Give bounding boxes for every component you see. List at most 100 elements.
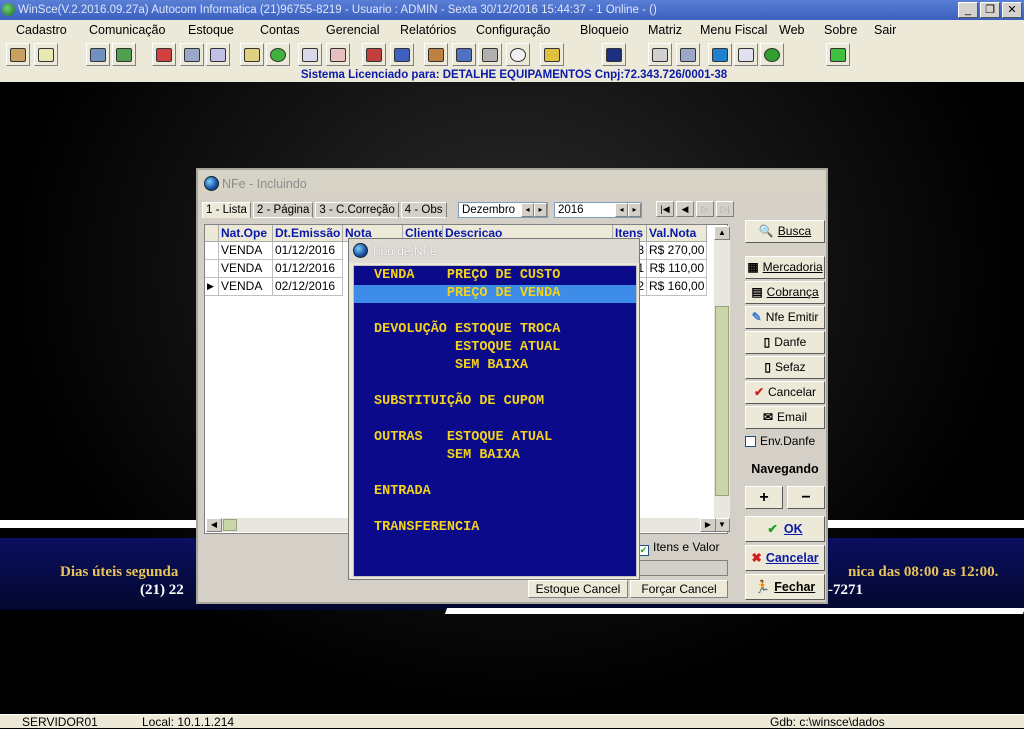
month-prev-icon[interactable]: ◂ (521, 203, 534, 217)
option-venda-venda[interactable]: PREÇO DE VENDA (354, 285, 636, 303)
menu-sobre[interactable]: Sobre (824, 23, 857, 37)
col-nat-ope[interactable]: Nat.Ope (219, 225, 273, 242)
busca-button[interactable]: 🔍 Busca (745, 220, 825, 243)
close-icon[interactable]: ✕ (1002, 2, 1022, 18)
fechar-button[interactable]: 🏃 Fechar (745, 574, 825, 600)
nav-prev-icon[interactable]: ◀ (676, 201, 694, 217)
month-next-icon[interactable]: ▸ (534, 203, 547, 217)
checkbox-icon[interactable] (745, 436, 756, 447)
toolbar-monitor-icon[interactable] (452, 43, 476, 66)
menu-sair[interactable]: Sair (874, 23, 896, 37)
year-next-icon[interactable]: ▸ (628, 203, 641, 217)
menu-estoque[interactable]: Estoque (188, 23, 234, 37)
forcar-cancel-button[interactable]: Forçar Cancel (630, 580, 728, 598)
cancelar-button[interactable]: ✖ Cancelar (745, 545, 825, 571)
mercadoria-button[interactable]: ▦ Mercadoria (745, 256, 825, 279)
hscroll-thumb[interactable] (223, 519, 237, 531)
danfe-button[interactable]: ▯ Danfe (745, 331, 825, 354)
toolbar-bar-chart-icon[interactable] (390, 43, 414, 66)
ok-button[interactable]: ✔ OK (745, 516, 825, 542)
toolbar-transfer-icon[interactable] (152, 43, 176, 66)
minimize-icon[interactable]: _ (958, 2, 978, 18)
option-devolucao-sem-baixa[interactable]: SEM BAIXA (354, 357, 636, 375)
nav-next-icon[interactable]: ▷ (696, 201, 714, 217)
menu-bloqueio[interactable]: Bloqueio (580, 23, 629, 37)
toolbar-settings-icon[interactable] (424, 43, 448, 66)
option-outras-atual[interactable]: OUTRAS ESTOQUE ATUAL (354, 429, 636, 447)
toolbar-chart-icon[interactable] (326, 43, 350, 66)
menu-relatorios[interactable]: Relatórios (400, 23, 456, 37)
option-outras-sem-baixa[interactable]: SEM BAIXA (354, 447, 636, 465)
menu-matriz[interactable]: Matriz (648, 23, 682, 37)
col-val-nota[interactable]: Val.Nota (647, 225, 707, 242)
table-cell[interactable]: R$ 110,00 (647, 260, 707, 278)
year-prev-icon[interactable]: ◂ (615, 203, 628, 217)
toolbar-lock-icon[interactable] (540, 43, 564, 66)
minus-button[interactable]: − (787, 486, 825, 509)
menu-cadastro[interactable]: Cadastro (16, 23, 67, 37)
table-row[interactable]: VENDA (219, 260, 273, 278)
option-transferencia[interactable]: TRANSFERENCIA (354, 519, 636, 537)
tab-correcao[interactable]: 3 - C.Correção (315, 202, 399, 218)
cancelar-nfe-button[interactable]: ✔ Cancelar (745, 381, 825, 404)
scroll-thumb[interactable] (715, 306, 729, 496)
toolbar-box-icon[interactable] (206, 43, 230, 66)
col-dt-emissao[interactable]: Dt.Emissão (273, 225, 343, 242)
menu-configuracao[interactable]: Configuração (476, 23, 550, 37)
toolbar-car-icon[interactable] (478, 43, 502, 66)
option-devolucao-atual[interactable]: ESTOQUE ATUAL (354, 339, 636, 357)
grid-vertical-scrollbar[interactable]: ▲ ▼ (714, 226, 730, 532)
table-row[interactable]: VENDA (219, 278, 273, 296)
estoque-cancel-button[interactable]: Estoque Cancel (528, 580, 628, 598)
toolbar-table-icon[interactable] (362, 43, 386, 66)
table-cell[interactable]: R$ 160,00 (647, 278, 707, 296)
table-cell[interactable]: 01/12/2016 (273, 260, 343, 278)
toolbar-document-icon[interactable] (240, 43, 264, 66)
scroll-up-icon[interactable]: ▲ (714, 226, 730, 240)
cobranca-button[interactable]: ▤ Cobrança (745, 281, 825, 304)
toolbar-fiscal-icon[interactable] (602, 43, 626, 66)
table-cell[interactable]: R$ 270,00 (647, 242, 707, 260)
menu-menu-fiscal[interactable]: Menu Fiscal (700, 23, 767, 37)
toolbar-download-icon[interactable] (760, 43, 784, 66)
toolbar-report-icon[interactable] (298, 43, 322, 66)
toolbar-exit-icon[interactable] (826, 43, 850, 66)
year-selector[interactable]: 2016 ◂ ▸ (554, 202, 642, 218)
month-selector[interactable]: Dezembro ◂ ▸ (458, 202, 548, 218)
env-danfe-checkbox[interactable]: Env.Danfe (745, 434, 815, 448)
toolbar-money-icon[interactable] (266, 43, 290, 66)
table-cell[interactable]: 01/12/2016 (273, 242, 343, 260)
toolbar-edit-icon[interactable] (34, 43, 58, 66)
menu-comunicacao[interactable]: Comunicação (89, 23, 165, 37)
toolbar-calc-icon[interactable] (648, 43, 672, 66)
nav-first-icon[interactable]: |◀ (656, 201, 674, 217)
option-devolucao-troca[interactable]: DEVOLUÇÃO ESTOQUE TROCA (354, 321, 636, 339)
option-entrada[interactable]: ENTRADA (354, 483, 636, 501)
option-substituicao-cupom[interactable]: SUBSTITUIÇÃO DE CUPOM (354, 393, 636, 411)
restore-icon[interactable]: ❐ (980, 2, 1000, 18)
option-venda-custo[interactable]: VENDA PREÇO DE CUSTO (354, 267, 636, 285)
toolbar-network-icon[interactable] (86, 43, 110, 66)
nav-last-icon[interactable]: ▷| (716, 201, 734, 217)
toolbar-wrench-icon[interactable] (676, 43, 700, 66)
menu-gerencial[interactable]: Gerencial (326, 23, 380, 37)
toolbar-window-icon[interactable] (734, 43, 758, 66)
sefaz-button[interactable]: ▯ Sefaz (745, 356, 825, 379)
scroll-left-icon[interactable]: ◀ (206, 518, 222, 532)
tab-lista[interactable]: 1 - Lista (202, 202, 251, 218)
menu-contas[interactable]: Contas (260, 23, 300, 37)
toolbar-tools-icon[interactable] (180, 43, 204, 66)
tab-pagina[interactable]: 2 - Página (252, 202, 314, 218)
tab-obs[interactable]: 4 - Obs (400, 202, 447, 218)
email-button[interactable]: ✉ Email (745, 406, 825, 429)
plus-button[interactable]: + (745, 486, 783, 509)
table-row[interactable]: VENDA (219, 242, 273, 260)
itens-valor-checkbox[interactable]: ✔ Itens e Valor (638, 540, 719, 556)
toolbar-web-icon[interactable] (708, 43, 732, 66)
table-cell[interactable]: 02/12/2016 (273, 278, 343, 296)
nfe-emitir-button[interactable]: ✎ Nfe Emitir (745, 306, 825, 329)
scroll-down-icon[interactable]: ▼ (714, 518, 730, 532)
menu-web[interactable]: Web (779, 23, 804, 37)
toolbar-users-icon[interactable] (6, 43, 30, 66)
toolbar-clock-icon[interactable] (506, 43, 530, 66)
